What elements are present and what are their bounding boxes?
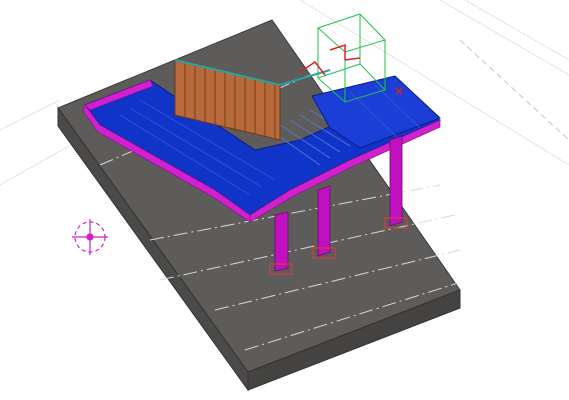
column-2[interactable]: [317, 185, 331, 257]
model-canvas[interactable]: [0, 0, 569, 400]
column-1[interactable]: [274, 211, 289, 272]
view-orientation-gizmo-icon[interactable]: [72, 219, 108, 255]
column-3[interactable]: [389, 135, 403, 227]
cad-3d-viewport[interactable]: [0, 0, 569, 400]
